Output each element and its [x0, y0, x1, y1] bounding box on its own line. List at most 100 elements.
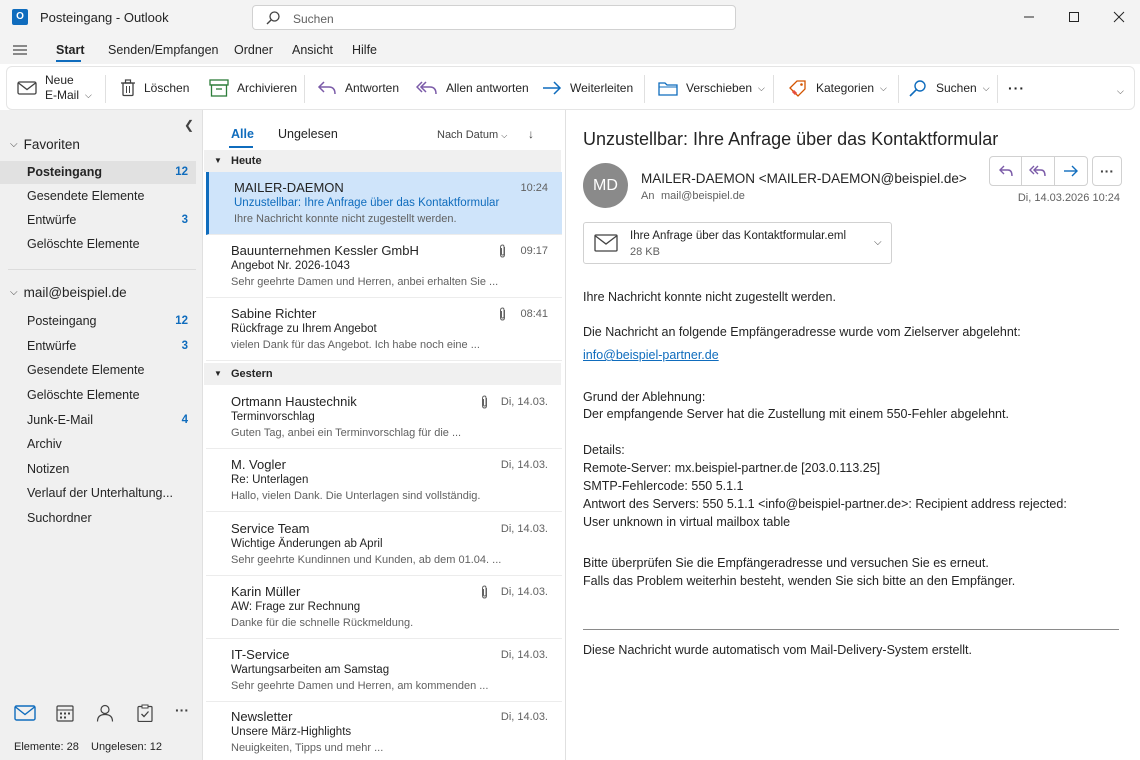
message-preview: Ihre Nachricht konnte nicht zugestellt w…	[234, 213, 457, 225]
message-row[interactable]: Service Team Wichtige Änderungen ab Apri…	[206, 513, 562, 576]
menu-tab-send-receive[interactable]: Senden/Empfangen	[108, 43, 219, 57]
attachment-card[interactable]: Ihre Anfrage über das Kontaktformular.em…	[583, 222, 892, 264]
move-button[interactable]: Verschieben ⌵	[658, 67, 765, 109]
status-unread-count: Ungelesen: 12	[91, 741, 162, 753]
chevron-down-icon[interactable]: ⌵	[85, 90, 92, 101]
menu-tab-folder[interactable]: Ordner	[234, 43, 273, 57]
mail-icon	[17, 81, 37, 95]
hamburger-menu-icon[interactable]	[12, 43, 28, 57]
outlook-logo-icon: O	[12, 9, 28, 25]
more-options-button[interactable]: ···	[1008, 67, 1025, 109]
group-header-today[interactable]: ▼ Heute	[204, 150, 561, 172]
ribbon-divider	[773, 75, 774, 103]
more-actions-icon[interactable]: ···	[1092, 156, 1122, 186]
folder-archive[interactable]: Archiv	[0, 433, 196, 456]
find-button[interactable]: Suchen ⌵	[908, 67, 990, 109]
new-mail-button[interactable]: Neue E-Mail ⌵	[17, 67, 92, 109]
folder-conversation-history[interactable]: Verlauf der Unterhaltung...	[0, 482, 196, 505]
message-preview: Danke für die schnelle Rückmeldung.	[231, 617, 414, 629]
menu-tab-help[interactable]: Hilfe	[352, 43, 377, 57]
forward-icon[interactable]	[1055, 157, 1087, 185]
message-row[interactable]: MAILER-DAEMON Unzustellbar: Ihre Anfrage…	[206, 172, 562, 235]
collapse-pane-icon[interactable]: ❮	[184, 118, 194, 132]
delete-button[interactable]: Löschen	[120, 67, 189, 109]
body-text: Ihre Nachricht konnte nicht zugestellt w…	[583, 290, 836, 304]
message-row[interactable]: IT-Service Wartungsarbeiten am Samstag S…	[206, 639, 562, 702]
chevron-down-icon[interactable]: ⌵	[874, 237, 882, 248]
folder-deleted[interactable]: Gelöschte Elemente	[0, 384, 196, 407]
chevron-down-icon: ⌵	[880, 82, 887, 93]
message-sender: IT-Service	[231, 647, 290, 662]
message-preview: Sehr geehrte Kundinnen und Kunden, ab de…	[231, 554, 502, 566]
sort-direction-arrow-icon[interactable]: ↓	[528, 127, 534, 141]
message-preview: Neuigkeiten, Tipps und mehr ...	[231, 742, 384, 754]
tasks-module-icon[interactable]	[137, 704, 153, 722]
favorite-sent[interactable]: Gesendete Elemente	[0, 185, 196, 208]
folder-junk[interactable]: Junk-E-Mail 4	[0, 409, 196, 432]
group-header-yesterday[interactable]: ▼ Gestern	[204, 363, 561, 385]
message-row[interactable]: Sabine Richter Rückfrage zu Ihrem Angebo…	[206, 298, 562, 361]
folder-search-folders[interactable]: Suchordner	[0, 507, 196, 530]
maximize-button[interactable]	[1051, 0, 1097, 34]
folder-notes[interactable]: Notizen	[0, 458, 196, 481]
body-text: Details:	[583, 443, 625, 457]
message-row[interactable]: Ortmann Haustechnik Terminvorschlag Gute…	[206, 386, 562, 449]
email-recipient[interactable]: mail@beispiel.de	[661, 190, 745, 202]
minimize-button[interactable]	[1006, 0, 1052, 34]
forward-label: Weiterleiten	[570, 81, 634, 95]
favorite-inbox[interactable]: Posteingang 12	[0, 161, 196, 184]
body-text: User unknown in virtual mailbox table	[583, 515, 791, 529]
favorite-drafts[interactable]: Entwürfe 3	[0, 209, 196, 232]
reply-icon	[317, 81, 336, 95]
unread-count: 12	[175, 315, 188, 327]
message-row[interactable]: M. Vogler Re: Unterlagen Hallo, vielen D…	[206, 449, 562, 512]
folder-sent[interactable]: Gesendete Elemente	[0, 359, 196, 382]
body-text: Antwort des Servers: 550 5.1.1 <info@bei…	[583, 497, 1067, 511]
folder-inbox[interactable]: Posteingang 12	[0, 310, 196, 333]
ribbon-divider	[105, 75, 106, 103]
reply-all-icon[interactable]	[1022, 157, 1055, 185]
favorite-deleted[interactable]: Gelöschte Elemente	[0, 233, 196, 256]
paperclip-icon	[480, 395, 489, 409]
folder-label: Entwürfe	[27, 339, 77, 353]
calendar-module-icon[interactable]	[56, 704, 74, 722]
message-row[interactable]: Karin Müller AW: Frage zur Rechnung Dank…	[206, 576, 562, 639]
chevron-down-icon: ▼	[214, 156, 222, 165]
forward-button[interactable]: Weiterleiten	[542, 67, 633, 109]
chevron-down-icon: ⌵	[501, 131, 508, 140]
folder-label: Gesendete Elemente	[27, 363, 145, 377]
move-label: Verschieben	[686, 81, 753, 95]
paperclip-icon	[498, 244, 507, 258]
filter-tab-all[interactable]: Alle	[231, 127, 254, 141]
message-row[interactable]: Bauunternehmen Kessler GmbH Angebot Nr. …	[206, 235, 562, 298]
people-module-icon[interactable]	[96, 704, 114, 722]
search-input[interactable]: Suchen	[252, 5, 736, 30]
mail-module-icon[interactable]	[14, 704, 36, 722]
categorize-button[interactable]: Kategorien ⌵	[788, 67, 887, 109]
menu-tab-start[interactable]: Start	[56, 43, 84, 57]
message-sender: Service Team	[231, 521, 310, 536]
more-modules-icon[interactable]: ···	[175, 702, 189, 718]
folder-drafts[interactable]: Entwürfe 3	[0, 335, 196, 358]
account-label: mail@beispiel.de	[23, 285, 127, 300]
sort-by-dropdown[interactable]: Nach Datum ⌵	[437, 129, 507, 141]
ribbon-expand-chevron-icon[interactable]: ⌵	[1117, 81, 1124, 101]
folder-label: Entwürfe	[27, 213, 77, 227]
message-subject: Unsere März-Highlights	[231, 726, 352, 738]
categorize-label: Kategorien	[816, 81, 875, 95]
close-button[interactable]	[1096, 0, 1140, 34]
folder-label: Junk-E-Mail	[27, 413, 93, 427]
active-tab-indicator	[56, 60, 81, 62]
archive-button[interactable]: Archivieren	[209, 67, 297, 109]
reply-icon[interactable]	[990, 157, 1023, 185]
reply-all-button[interactable]: Allen antworten	[416, 67, 529, 109]
sender-avatar[interactable]: MD	[583, 163, 628, 208]
recipient-link[interactable]: info@beispiel-partner.de	[583, 348, 719, 362]
filter-tab-unread[interactable]: Ungelesen	[278, 127, 338, 141]
favorites-header[interactable]: ⌵ Favoriten	[10, 137, 80, 152]
email-sender[interactable]: MAILER-DAEMON <MAILER-DAEMON@beispiel.de…	[641, 171, 967, 186]
reply-button[interactable]: Antworten	[317, 67, 399, 109]
message-row[interactable]: Newsletter Unsere März-Highlights Neuigk…	[206, 701, 562, 760]
menu-tab-view[interactable]: Ansicht	[292, 43, 333, 57]
account-header[interactable]: ⌵ mail@beispiel.de	[10, 285, 127, 300]
